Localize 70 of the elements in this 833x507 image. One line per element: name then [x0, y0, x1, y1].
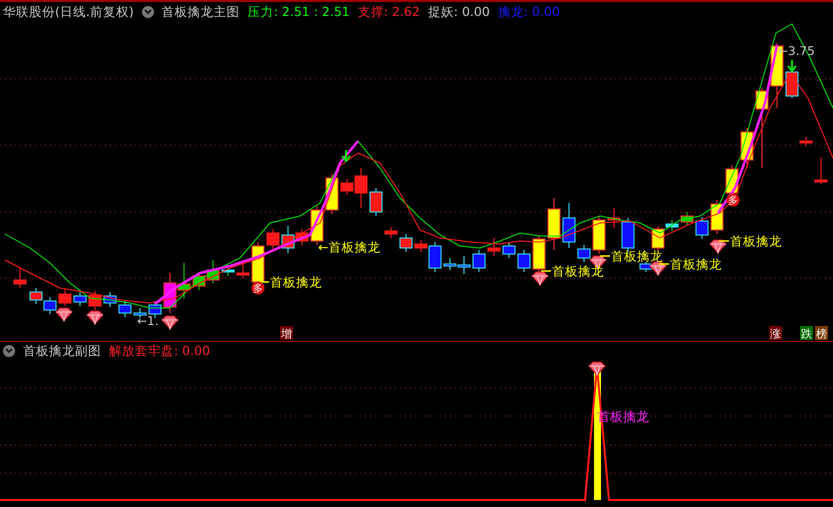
- candlestick: [800, 136, 812, 146]
- candlestick: [578, 244, 590, 262]
- stock-title: 华联股份(日线.前复权): [3, 2, 134, 21]
- dropdown-icon[interactable]: [3, 345, 15, 357]
- gem-icon: [588, 362, 606, 376]
- candlestick: [518, 250, 530, 272]
- candlestick: [696, 216, 708, 240]
- signal-label: 首板擒龙: [611, 248, 663, 264]
- candlestick: [118, 300, 132, 318]
- candlestick: [236, 260, 250, 278]
- candlestick: [104, 292, 116, 308]
- signal-label: ←首板擒龙: [318, 240, 380, 254]
- leader-line: [600, 255, 610, 257]
- gem-icon: [55, 308, 73, 322]
- leader-line: [259, 281, 269, 283]
- candlestick: [192, 272, 206, 290]
- indicator-name: 首板擒龙副图: [23, 342, 101, 360]
- candlestick: [786, 72, 798, 98]
- candlestick: [74, 292, 86, 306]
- candlestick: [206, 260, 220, 284]
- candlestick: [562, 202, 576, 248]
- candlestick: [384, 226, 398, 238]
- candlestick: [88, 290, 102, 310]
- candlestick: [680, 212, 694, 226]
- leader-line: [659, 263, 669, 265]
- signal-label: 首板擒龙: [552, 264, 604, 278]
- indicator-reading: 支撑: 2.62: [358, 2, 420, 21]
- dropdown-icon[interactable]: [142, 6, 154, 18]
- candlestick: [548, 198, 560, 250]
- candlestick: [740, 128, 754, 168]
- gem-icon: [161, 316, 179, 330]
- gem-icon: [709, 240, 727, 254]
- tag: 榜: [815, 326, 828, 340]
- candlestick: [58, 288, 72, 306]
- candlestick: [44, 296, 56, 314]
- signal-label: 首板擒龙: [730, 234, 782, 248]
- candlestick: [488, 238, 500, 256]
- down-arrow-icon: [341, 149, 351, 163]
- signal-label: 首板擒龙: [270, 274, 322, 290]
- candlestick: [532, 234, 546, 274]
- candlestick: [164, 272, 176, 314]
- candlestick: [814, 158, 828, 184]
- candlestick: [472, 250, 486, 272]
- gem-icon: [649, 262, 667, 276]
- candlestick: [30, 288, 42, 304]
- candlestick: [222, 266, 234, 276]
- tag: 跌: [800, 326, 813, 340]
- price-label: ←1.: [137, 314, 159, 328]
- candlestick: [266, 228, 280, 250]
- candlestick: [400, 234, 412, 252]
- tag: 增: [280, 326, 293, 340]
- indicator-reading: 捉妖: 0.00: [428, 2, 490, 21]
- leader-line: [719, 240, 729, 242]
- indicator-reading: 擒龙: 0.00: [498, 2, 560, 21]
- signal-badge: 多: [252, 282, 264, 294]
- candlestick: [178, 262, 190, 298]
- gem-icon: [86, 310, 104, 326]
- tag: 涨: [769, 326, 782, 340]
- leader-line: [541, 270, 551, 272]
- signal-label: 首板擒龙: [670, 256, 722, 272]
- indicator-reading: 解放套牢盘: 0.00: [109, 342, 210, 360]
- indicator-name: 首板擒龙主图: [162, 2, 240, 21]
- candlestick: [370, 188, 382, 216]
- down-arrow-icon: [787, 59, 797, 73]
- candlestick: [14, 268, 26, 288]
- signal-badge: 多: [726, 194, 740, 206]
- candlestick: [592, 216, 606, 254]
- indicator-reading: 压力: 2.51 : 2.51: [248, 2, 350, 21]
- gem-icon: [531, 272, 549, 286]
- candlestick: [502, 242, 516, 258]
